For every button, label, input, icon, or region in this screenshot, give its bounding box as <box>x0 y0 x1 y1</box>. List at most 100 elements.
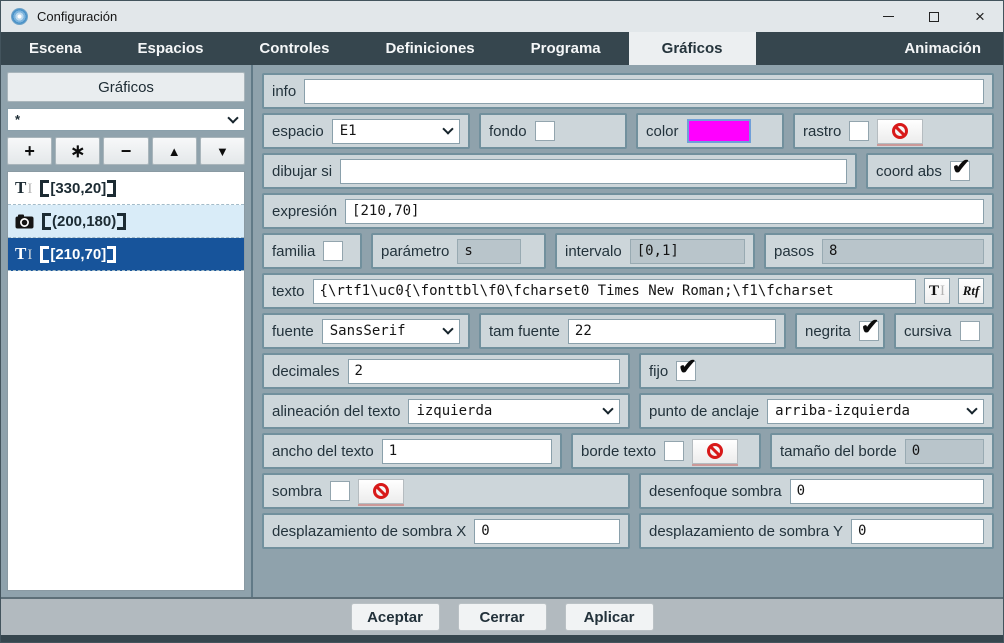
rastro-clear-button[interactable] <box>877 119 923 144</box>
text-editor-button[interactable]: TI <box>924 278 950 304</box>
desp-sombra-x-group: desplazamiento de sombra X 0 <box>262 513 630 549</box>
footer-bar: Aceptar Cerrar Aplicar <box>1 597 1003 635</box>
row-decimales: decimales 2 fijo ✔ <box>262 353 994 389</box>
bottom-strip <box>1 635 1003 642</box>
pasos-group: pasos 8 <box>764 233 994 269</box>
aceptar-button[interactable]: Aceptar <box>351 603 440 631</box>
parametro-field: s <box>457 239 521 264</box>
borde-texto-checkbox[interactable] <box>664 441 684 461</box>
tam-fuente-field[interactable]: 22 <box>568 319 776 344</box>
graphics-filter-select[interactable]: * <box>7 108 245 131</box>
borde-texto-label: borde texto <box>581 443 656 460</box>
tab-animacion[interactable]: Animación <box>876 32 1003 65</box>
fijo-checkbox[interactable]: ✔ <box>676 361 696 381</box>
pasos-label: pasos <box>774 243 814 260</box>
tab-programa[interactable]: Programa <box>503 32 629 65</box>
intervalo-group: intervalo [0,1] <box>555 233 755 269</box>
cerrar-button[interactable]: Cerrar <box>458 603 547 631</box>
list-item-label: [210,70] <box>40 245 116 264</box>
graphics-sidebar: Gráficos * + ∗ − ▲ ▼ TI [330,20] <box>1 65 253 597</box>
alineacion-select[interactable]: izquierda <box>408 399 620 424</box>
texto-field[interactable]: {\rtf1\uc0{\fonttbl\f0\fcharset0 Times N… <box>313 279 916 304</box>
row-fuente: fuente SansSerif tam fuente 22 negrita ✔… <box>262 313 994 349</box>
maximize-button[interactable] <box>911 1 957 32</box>
rastro-checkbox[interactable] <box>849 121 869 141</box>
tam-fuente-label: tam fuente <box>489 323 560 340</box>
list-item-label: (200,180) <box>42 212 126 231</box>
app-icon <box>11 8 28 25</box>
asterisk-button[interactable]: ∗ <box>55 137 100 165</box>
sidebar-toolbar: + ∗ − ▲ ▼ <box>7 137 245 165</box>
list-item[interactable]: (200,180) <box>8 205 244 238</box>
ancho-texto-label: ancho del texto <box>272 443 374 460</box>
anclaje-select[interactable]: arriba-izquierda <box>767 399 984 424</box>
desenfoque-sombra-field[interactable]: 0 <box>790 479 984 504</box>
fuente-select[interactable]: SansSerif <box>322 319 460 344</box>
fondo-checkbox[interactable] <box>535 121 555 141</box>
coord-abs-checkbox[interactable]: ✔ <box>950 161 970 181</box>
espacio-select[interactable]: E1 <box>332 119 460 144</box>
cursiva-checkbox[interactable] <box>960 321 980 341</box>
color-swatch[interactable] <box>687 119 751 143</box>
ancho-texto-field[interactable]: 1 <box>382 439 552 464</box>
info-field[interactable] <box>304 79 984 104</box>
desp-sombra-y-field[interactable]: 0 <box>851 519 984 544</box>
tab-escena[interactable]: Escena <box>1 32 110 65</box>
text-icon: TI <box>15 245 32 263</box>
info-label: info <box>272 83 296 100</box>
texto-label: texto <box>272 283 305 300</box>
sombra-checkbox[interactable] <box>330 481 350 501</box>
tab-espacios[interactable]: Espacios <box>110 32 232 65</box>
row-texto: texto {\rtf1\uc0{\fonttbl\f0\fcharset0 T… <box>262 273 994 309</box>
expresion-label: expresión <box>272 203 337 220</box>
familia-checkbox[interactable] <box>323 241 343 261</box>
dibujar-si-group: dibujar si <box>262 153 857 189</box>
tab-definiciones[interactable]: Definiciones <box>357 32 502 65</box>
espacio-value: E1 <box>340 123 357 139</box>
dibujar-si-field[interactable] <box>340 159 847 184</box>
row-dibujar-si: dibujar si coord abs ✔ <box>262 153 994 189</box>
rastro-group: rastro <box>793 113 994 149</box>
fondo-group: fondo <box>479 113 627 149</box>
chevron-down-icon <box>966 403 977 414</box>
cursiva-group: cursiva <box>894 313 994 349</box>
checkmark: ✔ <box>861 315 879 339</box>
borde-texto-clear-button[interactable] <box>692 439 738 464</box>
parametro-label: parámetro <box>381 243 449 260</box>
close-button[interactable]: × <box>957 1 1003 32</box>
text-editor-icon: T <box>929 283 939 300</box>
row-borde: ancho del texto 1 borde texto tamaño del… <box>262 433 994 469</box>
remove-button[interactable]: − <box>103 137 148 165</box>
chevron-down-icon <box>602 403 613 414</box>
window-controls: × <box>865 1 1003 32</box>
tab-graficos[interactable]: Gráficos <box>629 32 756 65</box>
row-espacio: espacio E1 fondo color rastro <box>262 113 994 149</box>
move-up-button[interactable]: ▲ <box>152 137 197 165</box>
aplicar-button[interactable]: Aplicar <box>565 603 654 631</box>
sombra-group: sombra <box>262 473 630 509</box>
row-alineacion: alineación del texto izquierda punto de … <box>262 393 994 429</box>
rastro-label: rastro <box>803 123 841 140</box>
list-item-selected[interactable]: TI [210,70] <box>8 238 244 271</box>
negrita-checkbox[interactable]: ✔ <box>859 321 879 341</box>
decimales-field[interactable]: 2 <box>348 359 620 384</box>
add-button[interactable]: + <box>7 137 52 165</box>
camera-icon <box>15 214 34 229</box>
expresion-field[interactable]: [210,70] <box>345 199 984 224</box>
rtf-editor-button[interactable]: Rtf <box>958 278 984 304</box>
sombra-label: sombra <box>272 483 322 500</box>
close-icon: × <box>975 8 985 25</box>
filter-value: * <box>15 112 20 127</box>
alineacion-value: izquierda <box>416 403 492 419</box>
row-desplazamiento: desplazamiento de sombra X 0 desplazamie… <box>262 513 994 549</box>
tab-controles[interactable]: Controles <box>231 32 357 65</box>
coord-abs-group: coord abs ✔ <box>866 153 994 189</box>
desp-sombra-x-field[interactable]: 0 <box>474 519 620 544</box>
familia-group: familia <box>262 233 362 269</box>
minimize-button[interactable] <box>865 1 911 32</box>
list-item[interactable]: TI [330,20] <box>8 172 244 205</box>
move-down-button[interactable]: ▼ <box>200 137 245 165</box>
anclaje-value: arriba-izquierda <box>775 403 910 419</box>
tab-bar: Escena Espacios Controles Definiciones P… <box>1 32 1003 65</box>
sombra-clear-button[interactable] <box>358 479 404 504</box>
